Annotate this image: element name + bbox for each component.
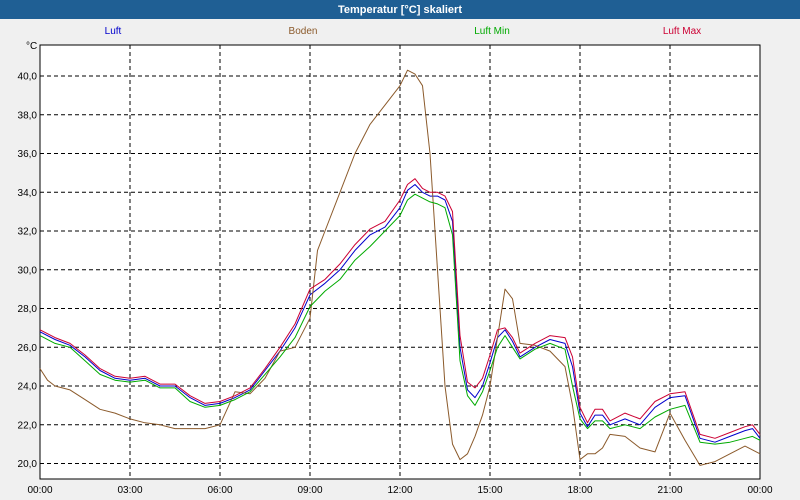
y-tick-label: 40,0	[18, 72, 38, 83]
y-tick-label: 26,0	[18, 343, 38, 354]
y-tick-label: 20,0	[18, 459, 38, 470]
x-tick-time: 18:00	[567, 485, 592, 496]
x-tick-time: 00:00	[747, 485, 772, 496]
y-tick-label: 24,0	[18, 382, 38, 393]
x-tick-time: 03:00	[117, 485, 142, 496]
legend-entry: Luft	[105, 26, 122, 37]
legend-entry: Boden	[289, 26, 318, 37]
x-axis: 00:0013.08.2403:0013.08.2406:0013.08.240…	[27, 485, 772, 496]
y-tick-label: 22,0	[18, 420, 38, 431]
y-tick-label: 36,0	[18, 149, 38, 160]
legend-entry: Luft Max	[663, 26, 701, 37]
y-tick-label: 28,0	[18, 304, 38, 315]
x-tick-time: 15:00	[477, 485, 502, 496]
x-tick-time: 21:00	[657, 485, 682, 496]
y-axis: 40,0 38,0 36,0 34,0 32,0 30,0 28,0 26,0 24,0 22,0…	[18, 72, 38, 471]
legend: Luft Boden Luft Min Luft Max	[105, 26, 702, 37]
x-tick-time: 09:00	[297, 485, 322, 496]
x-tick-time: 12:00	[387, 485, 412, 496]
legend-entry: Luft Min	[474, 26, 510, 37]
y-tick-label: 34,0	[18, 188, 38, 199]
x-tick-time: 06:00	[207, 485, 232, 496]
y-axis-unit: °C	[26, 41, 37, 52]
y-tick-label: 30,0	[18, 265, 38, 276]
y-tick-label: 38,0	[18, 110, 38, 121]
y-tick-label: 32,0	[18, 227, 38, 238]
temperature-chart: Luft Boden Luft Min Luft Max 40,0 38,0 36,0 34…	[18, 26, 773, 496]
x-tick-time: 00:00	[27, 485, 52, 496]
chart-title: Temperatur [°C] skaliert	[0, 0, 800, 19]
